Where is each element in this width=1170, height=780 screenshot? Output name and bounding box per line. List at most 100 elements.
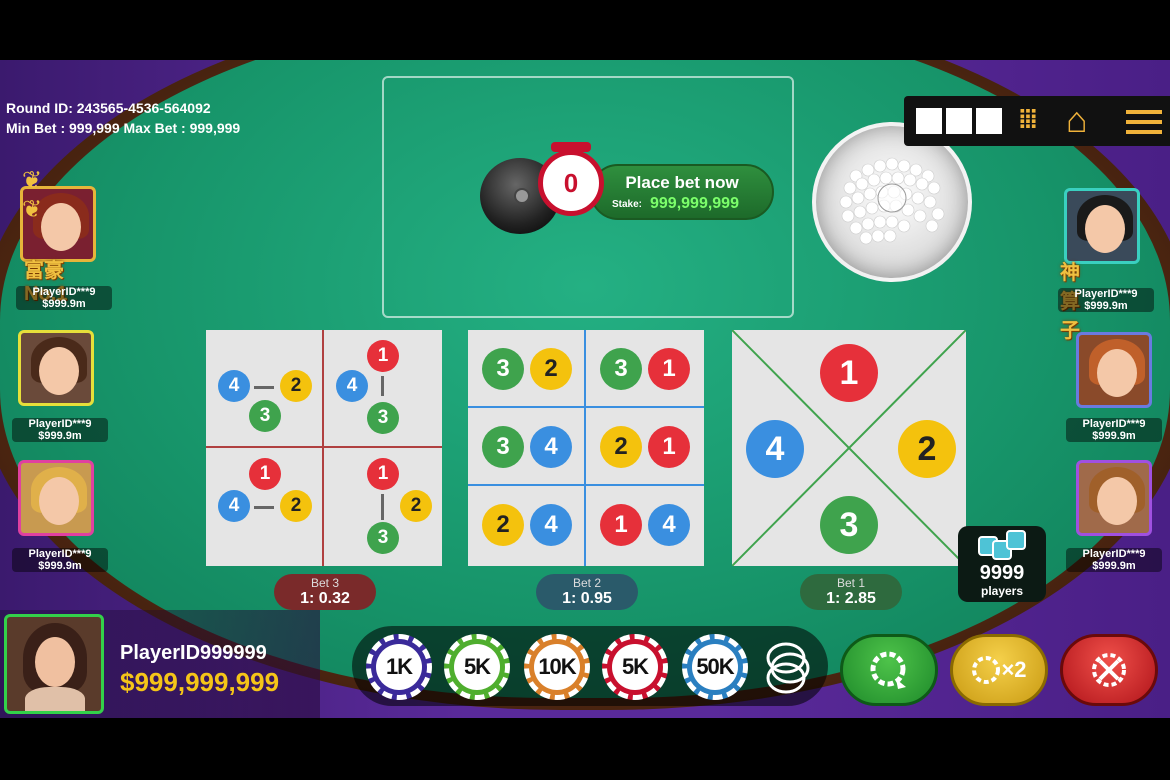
player-amount: $999.9m <box>1084 300 1128 312</box>
bet3-cell[interactable]: 1 2 3 <box>324 448 442 566</box>
double-button[interactable]: ×2 <box>950 634 1048 706</box>
players-count: 9999 <box>979 562 1025 584</box>
home-icon[interactable]: ⌂ <box>1066 102 1088 138</box>
bet3-panel: 4 2 3 1 4 3 1 4 2 1 2 3 <box>206 330 442 566</box>
ball: 2 <box>280 490 312 522</box>
my-balance: $999,999,999 <box>120 667 280 697</box>
players-icon <box>1006 530 1026 550</box>
road-square-3[interactable] <box>976 108 1002 134</box>
cancel-button[interactable] <box>1060 634 1158 706</box>
bet2-cell[interactable]: 2 1 <box>586 408 704 486</box>
chip-10k[interactable]: 10K <box>524 634 590 700</box>
round-id: Round ID: 243565-4536-564092 <box>6 100 211 116</box>
chip-label: 50K <box>692 644 738 690</box>
ball: 4 <box>530 426 572 468</box>
connector <box>254 506 274 509</box>
chip-1k[interactable]: 1K <box>366 634 432 700</box>
players-label: players <box>980 584 1024 598</box>
avatar <box>1064 188 1140 264</box>
connector <box>254 386 274 389</box>
chip-label: 10K <box>534 644 580 690</box>
ball: 2 <box>530 348 572 390</box>
player-name: PlayerID***9 <box>1074 288 1138 300</box>
bet2-cell[interactable]: 1 4 <box>586 486 704 566</box>
odds-bet1: Bet 1 1: 2.85 <box>800 574 902 610</box>
my-name: PlayerID999999 <box>120 642 267 664</box>
chip-50k[interactable]: 50K <box>682 634 748 700</box>
ball: 1 <box>367 458 399 490</box>
rebet-icon <box>870 651 906 689</box>
ball: 1 <box>600 504 642 546</box>
chip-label: 5K <box>612 644 658 690</box>
odds-bet3: Bet 3 1: 0.32 <box>274 574 376 610</box>
player-amount: $999.9m <box>1092 430 1136 442</box>
ball-top[interactable]: 1 <box>820 344 878 402</box>
menu-icon[interactable] <box>1126 106 1162 136</box>
avatar <box>18 460 94 536</box>
connector <box>381 494 384 520</box>
player-info: PlayerID***9 $999.9m <box>1066 548 1162 572</box>
countdown-timer: 0 <box>538 150 604 216</box>
player-amount: $999.9m <box>38 560 82 572</box>
bet-name: Bet 2 <box>572 576 602 590</box>
ball-bowl <box>812 122 972 282</box>
player-amount: $999.9m <box>38 430 82 442</box>
player-info: PlayerID***9 $999.9m <box>1058 288 1154 312</box>
bet-ratio: 1: 0.32 <box>300 590 350 607</box>
chip-5k-red[interactable]: 5K <box>602 634 668 700</box>
double-label: ×2 <box>1001 657 1027 682</box>
ball: 2 <box>482 504 524 546</box>
ball: 1 <box>648 426 690 468</box>
stake-value: 999,999,999 <box>650 195 739 212</box>
avatar <box>18 330 94 406</box>
bet-limits: Min Bet : 999,999 Max Bet : 999,999 <box>6 120 241 136</box>
road-square-2[interactable] <box>946 108 972 134</box>
bet2-cell[interactable]: 3 2 <box>468 330 586 408</box>
player-amount: $999.9m <box>1092 560 1136 572</box>
ball-left[interactable]: 4 <box>746 420 804 478</box>
bet2-cell[interactable]: 3 4 <box>468 408 586 486</box>
grid-icon[interactable]: ⁞⁞⁞ <box>1018 106 1038 132</box>
ball: 4 <box>218 370 250 402</box>
ball: 1 <box>648 348 690 390</box>
double-icon <box>972 656 1001 684</box>
player-name: PlayerID***9 <box>28 548 92 560</box>
my-avatar[interactable] <box>4 614 104 714</box>
chip-label: 5K <box>454 644 500 690</box>
avatar <box>1076 332 1152 408</box>
bet1-panel: 1 4 2 3 <box>732 330 966 566</box>
online-players[interactable]: 9999 players <box>958 526 1046 602</box>
ball-right[interactable]: 2 <box>898 420 956 478</box>
rebet-button[interactable] <box>840 634 938 706</box>
ball: 3 <box>482 348 524 390</box>
bet3-cell[interactable]: 1 4 2 <box>206 448 324 566</box>
player-name: PlayerID***9 <box>1082 418 1146 430</box>
player-name: PlayerID***9 <box>28 418 92 430</box>
bet-ratio: 1: 2.85 <box>826 590 876 607</box>
bet2-cell[interactable]: 2 4 <box>468 486 586 566</box>
player-amount: $999.9m <box>42 298 86 310</box>
avatar <box>1076 460 1152 536</box>
ball: 2 <box>600 426 642 468</box>
bet2-panel: 3 2 3 1 3 4 2 1 2 4 1 4 <box>468 330 704 566</box>
stake-label: Stake: <box>612 199 643 210</box>
ball: 3 <box>600 348 642 390</box>
odds-bet2: Bet 2 1: 0.95 <box>536 574 638 610</box>
ball: 3 <box>482 426 524 468</box>
chip-5k[interactable]: 5K <box>444 634 510 700</box>
bet3-cell[interactable]: 4 2 3 <box>206 330 324 448</box>
player-info: PlayerID***9 $999.9m <box>16 286 112 310</box>
game-table: Round ID: 243565-4536-564092 Min Bet : 9… <box>0 60 1170 718</box>
road-square-1[interactable] <box>916 108 942 134</box>
bet-name: Bet 1 <box>836 576 866 590</box>
ball: 3 <box>249 400 281 432</box>
chip-stack-icon[interactable] <box>762 640 814 694</box>
ball: 4 <box>648 504 690 546</box>
place-bet-banner: Place bet now Stake: 999,999,999 <box>590 164 774 220</box>
bet-name: Bet 3 <box>310 576 340 590</box>
bet3-cell[interactable]: 1 4 3 <box>324 330 442 448</box>
bet2-cell[interactable]: 3 1 <box>586 330 704 408</box>
place-bet-title: Place bet now <box>625 173 739 192</box>
player-name: PlayerID***9 <box>32 286 96 298</box>
ball-bottom[interactable]: 3 <box>820 496 878 554</box>
